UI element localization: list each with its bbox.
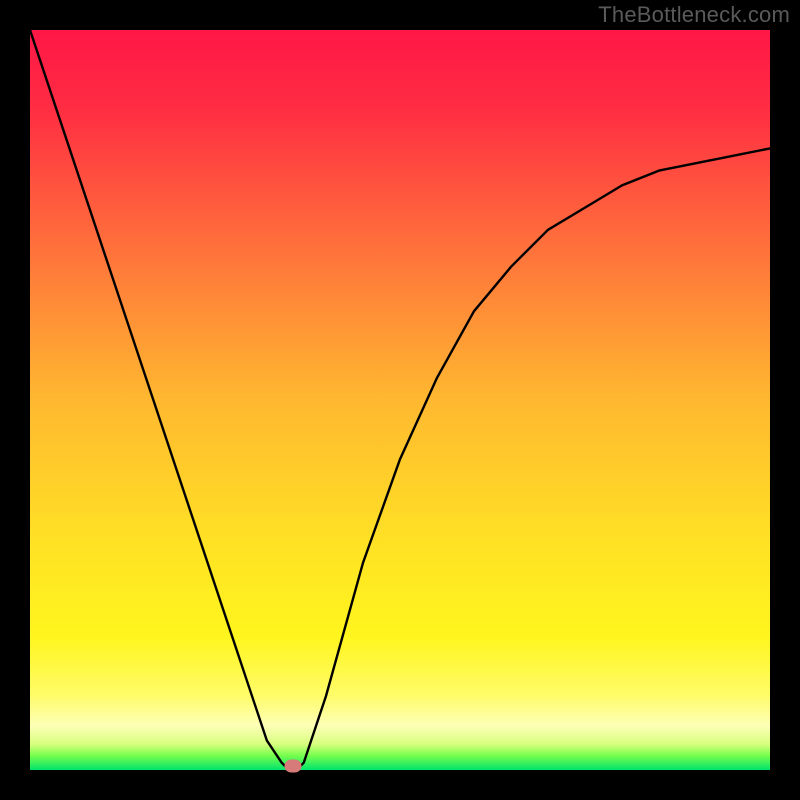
optimum-marker (284, 760, 301, 773)
chart-frame: TheBottleneck.com (0, 0, 800, 800)
bottleneck-curve-path (30, 30, 770, 770)
chart-curve (30, 30, 770, 770)
watermark-text: TheBottleneck.com (598, 2, 790, 28)
chart-plot-area (30, 30, 770, 770)
